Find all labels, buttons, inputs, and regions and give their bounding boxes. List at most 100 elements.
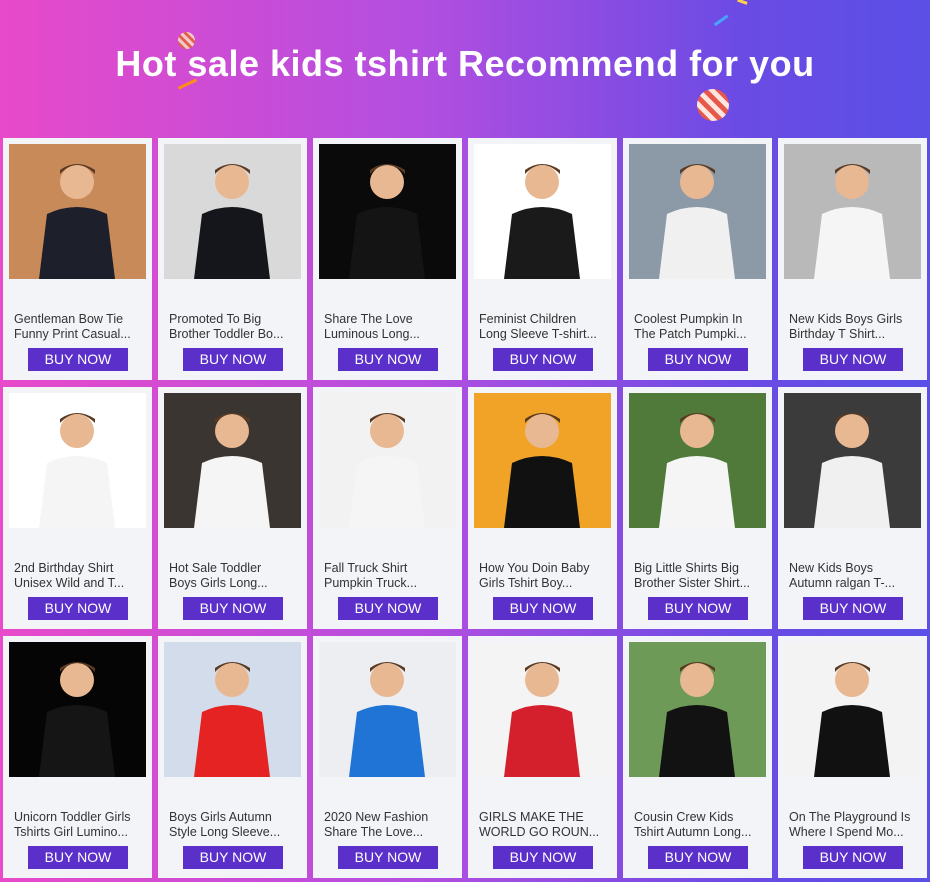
buy-now-button[interactable]: BUY NOW bbox=[493, 846, 593, 869]
product-image[interactable] bbox=[319, 144, 456, 279]
product-card[interactable]: New Kids Boys Girls Birthday T Shirt... BU… bbox=[778, 138, 927, 380]
product-title-line: WORLD GO ROUN... bbox=[479, 825, 600, 839]
product-image[interactable] bbox=[9, 144, 146, 279]
product-title[interactable]: Feminist Children Long Sleeve T-shirt... bbox=[479, 312, 609, 342]
product-title-line: Funny Print Casual... bbox=[14, 327, 131, 341]
product-image[interactable] bbox=[474, 393, 611, 528]
product-title-line: Share The Love... bbox=[324, 825, 424, 839]
product-card[interactable]: Cousin Crew Kids Tshirt Autumn Long... BUY… bbox=[623, 636, 772, 878]
product-image[interactable] bbox=[319, 642, 456, 777]
product-card[interactable]: New Kids Boys Autumn ralgan T-... BUY NOW bbox=[778, 387, 927, 629]
product-title[interactable]: Promoted To Big Brother Toddler Bo... bbox=[169, 312, 299, 342]
product-image[interactable] bbox=[629, 144, 766, 279]
product-title-line: Long Sleeve T-shirt... bbox=[479, 327, 597, 341]
product-title-line: How You Doin Baby bbox=[479, 561, 590, 575]
buy-now-button[interactable]: BUY NOW bbox=[28, 348, 128, 371]
candy-ball-icon bbox=[697, 89, 729, 121]
product-image[interactable] bbox=[629, 642, 766, 777]
product-title-line: Promoted To Big bbox=[169, 312, 262, 326]
product-title-line: Gentleman Bow Tie bbox=[14, 312, 124, 326]
product-title-line: Cousin Crew Kids bbox=[634, 810, 734, 824]
product-title-line: Brother Sister Shirt... bbox=[634, 576, 751, 590]
product-image[interactable] bbox=[164, 393, 301, 528]
product-image[interactable] bbox=[474, 144, 611, 279]
product-title-line: Pumpkin Truck... bbox=[324, 576, 418, 590]
buy-now-button[interactable]: BUY NOW bbox=[183, 597, 283, 620]
product-image[interactable] bbox=[9, 642, 146, 777]
buy-now-button[interactable]: BUY NOW bbox=[338, 348, 438, 371]
buy-now-button[interactable]: BUY NOW bbox=[493, 597, 593, 620]
product-card[interactable]: Big Little Shirts Big Brother Sister Shir… bbox=[623, 387, 772, 629]
product-image[interactable] bbox=[319, 393, 456, 528]
product-title-line: Style Long Sleeve... bbox=[169, 825, 281, 839]
buy-now-button[interactable]: BUY NOW bbox=[338, 846, 438, 869]
buy-now-button[interactable]: BUY NOW bbox=[648, 348, 748, 371]
product-title-line: 2nd Birthday Shirt bbox=[14, 561, 114, 575]
product-title-line: Feminist Children bbox=[479, 312, 577, 326]
product-card[interactable]: How You Doin Baby Girls Tshirt Boy... BUY … bbox=[468, 387, 617, 629]
product-image[interactable] bbox=[784, 393, 921, 528]
product-title-line: New Kids Boys bbox=[789, 561, 874, 575]
buy-now-button[interactable]: BUY NOW bbox=[183, 846, 283, 869]
product-card[interactable]: Promoted To Big Brother Toddler Bo... BUY … bbox=[158, 138, 307, 380]
product-title[interactable]: On The Playground Is Where I Spend Mo... bbox=[789, 810, 919, 840]
product-image[interactable] bbox=[474, 642, 611, 777]
product-title[interactable]: Cousin Crew Kids Tshirt Autumn Long... bbox=[634, 810, 764, 840]
buy-now-button[interactable]: BUY NOW bbox=[493, 348, 593, 371]
product-title-line: Unisex Wild and T... bbox=[14, 576, 125, 590]
product-title-line: Tshirts Girl Lumino... bbox=[14, 825, 128, 839]
product-image[interactable] bbox=[164, 642, 301, 777]
product-title-line: 2020 New Fashion bbox=[324, 810, 429, 824]
product-title[interactable]: New Kids Boys Girls Birthday T Shirt... bbox=[789, 312, 919, 342]
buy-now-button[interactable]: BUY NOW bbox=[803, 348, 903, 371]
buy-now-button[interactable]: BUY NOW bbox=[648, 597, 748, 620]
product-card[interactable]: Boys Girls Autumn Style Long Sleeve... BUY… bbox=[158, 636, 307, 878]
product-title[interactable]: Fall Truck Shirt Pumpkin Truck... bbox=[324, 561, 454, 591]
product-card[interactable]: Coolest Pumpkin In The Patch Pumpki... BUY… bbox=[623, 138, 772, 380]
product-image[interactable] bbox=[629, 393, 766, 528]
product-title[interactable]: Share The Love Luminous Long... bbox=[324, 312, 454, 342]
product-card[interactable]: Unicorn Toddler Girls Tshirts Girl Lumino… bbox=[3, 636, 152, 878]
buy-now-button[interactable]: BUY NOW bbox=[648, 846, 748, 869]
product-title[interactable]: GIRLS MAKE THE WORLD GO ROUN... bbox=[479, 810, 609, 840]
product-title-line: Boys Girls Long... bbox=[169, 576, 268, 590]
buy-now-button[interactable]: BUY NOW bbox=[803, 597, 903, 620]
product-title[interactable]: How You Doin Baby Girls Tshirt Boy... bbox=[479, 561, 609, 591]
product-image[interactable] bbox=[164, 144, 301, 279]
product-card[interactable]: Fall Truck Shirt Pumpkin Truck... BUY NOW bbox=[313, 387, 462, 629]
product-title[interactable]: Gentleman Bow Tie Funny Print Casual... bbox=[14, 312, 144, 342]
product-card[interactable]: Gentleman Bow Tie Funny Print Casual... BU… bbox=[3, 138, 152, 380]
product-card[interactable]: Hot Sale Toddler Boys Girls Long... BUY NO… bbox=[158, 387, 307, 629]
product-card[interactable]: GIRLS MAKE THE WORLD GO ROUN... BUY NOW bbox=[468, 636, 617, 878]
buy-now-button[interactable]: BUY NOW bbox=[28, 597, 128, 620]
product-image[interactable] bbox=[784, 642, 921, 777]
product-title[interactable]: 2020 New Fashion Share The Love... bbox=[324, 810, 454, 840]
product-title-line: On The Playground Is bbox=[789, 810, 911, 824]
buy-now-button[interactable]: BUY NOW bbox=[183, 348, 283, 371]
buy-now-button[interactable]: BUY NOW bbox=[338, 597, 438, 620]
streamer-icon bbox=[734, 0, 748, 13]
product-card[interactable]: Feminist Children Long Sleeve T-shirt... B… bbox=[468, 138, 617, 380]
product-card[interactable]: 2nd Birthday Shirt Unisex Wild and T... BU… bbox=[3, 387, 152, 629]
product-title-line: Boys Girls Autumn bbox=[169, 810, 272, 824]
product-title-line: Girls Tshirt Boy... bbox=[479, 576, 573, 590]
product-image[interactable] bbox=[9, 393, 146, 528]
product-title[interactable]: New Kids Boys Autumn ralgan T-... bbox=[789, 561, 919, 591]
product-title[interactable]: 2nd Birthday Shirt Unisex Wild and T... bbox=[14, 561, 144, 591]
product-title[interactable]: Boys Girls Autumn Style Long Sleeve... bbox=[169, 810, 299, 840]
product-title[interactable]: Coolest Pumpkin In The Patch Pumpki... bbox=[634, 312, 764, 342]
product-title-line: Brother Toddler Bo... bbox=[169, 327, 284, 341]
product-card[interactable]: 2020 New Fashion Share The Love... BUY NOW bbox=[313, 636, 462, 878]
product-title-line: Share The Love bbox=[324, 312, 413, 326]
product-card[interactable]: On The Playground Is Where I Spend Mo... B… bbox=[778, 636, 927, 878]
product-image[interactable] bbox=[784, 144, 921, 279]
product-title-line: Luminous Long... bbox=[324, 327, 420, 341]
product-title-line: The Patch Pumpki... bbox=[634, 327, 747, 341]
product-title[interactable]: Hot Sale Toddler Boys Girls Long... bbox=[169, 561, 299, 591]
buy-now-button[interactable]: BUY NOW bbox=[803, 846, 903, 869]
buy-now-button[interactable]: BUY NOW bbox=[28, 846, 128, 869]
product-title[interactable]: Unicorn Toddler Girls Tshirts Girl Lumino… bbox=[14, 810, 144, 840]
product-card[interactable]: Share The Love Luminous Long... BUY NOW bbox=[313, 138, 462, 380]
product-title[interactable]: Big Little Shirts Big Brother Sister Shir… bbox=[634, 561, 764, 591]
banner: Hot sale kids tshirt Recommend for you bbox=[0, 0, 930, 138]
